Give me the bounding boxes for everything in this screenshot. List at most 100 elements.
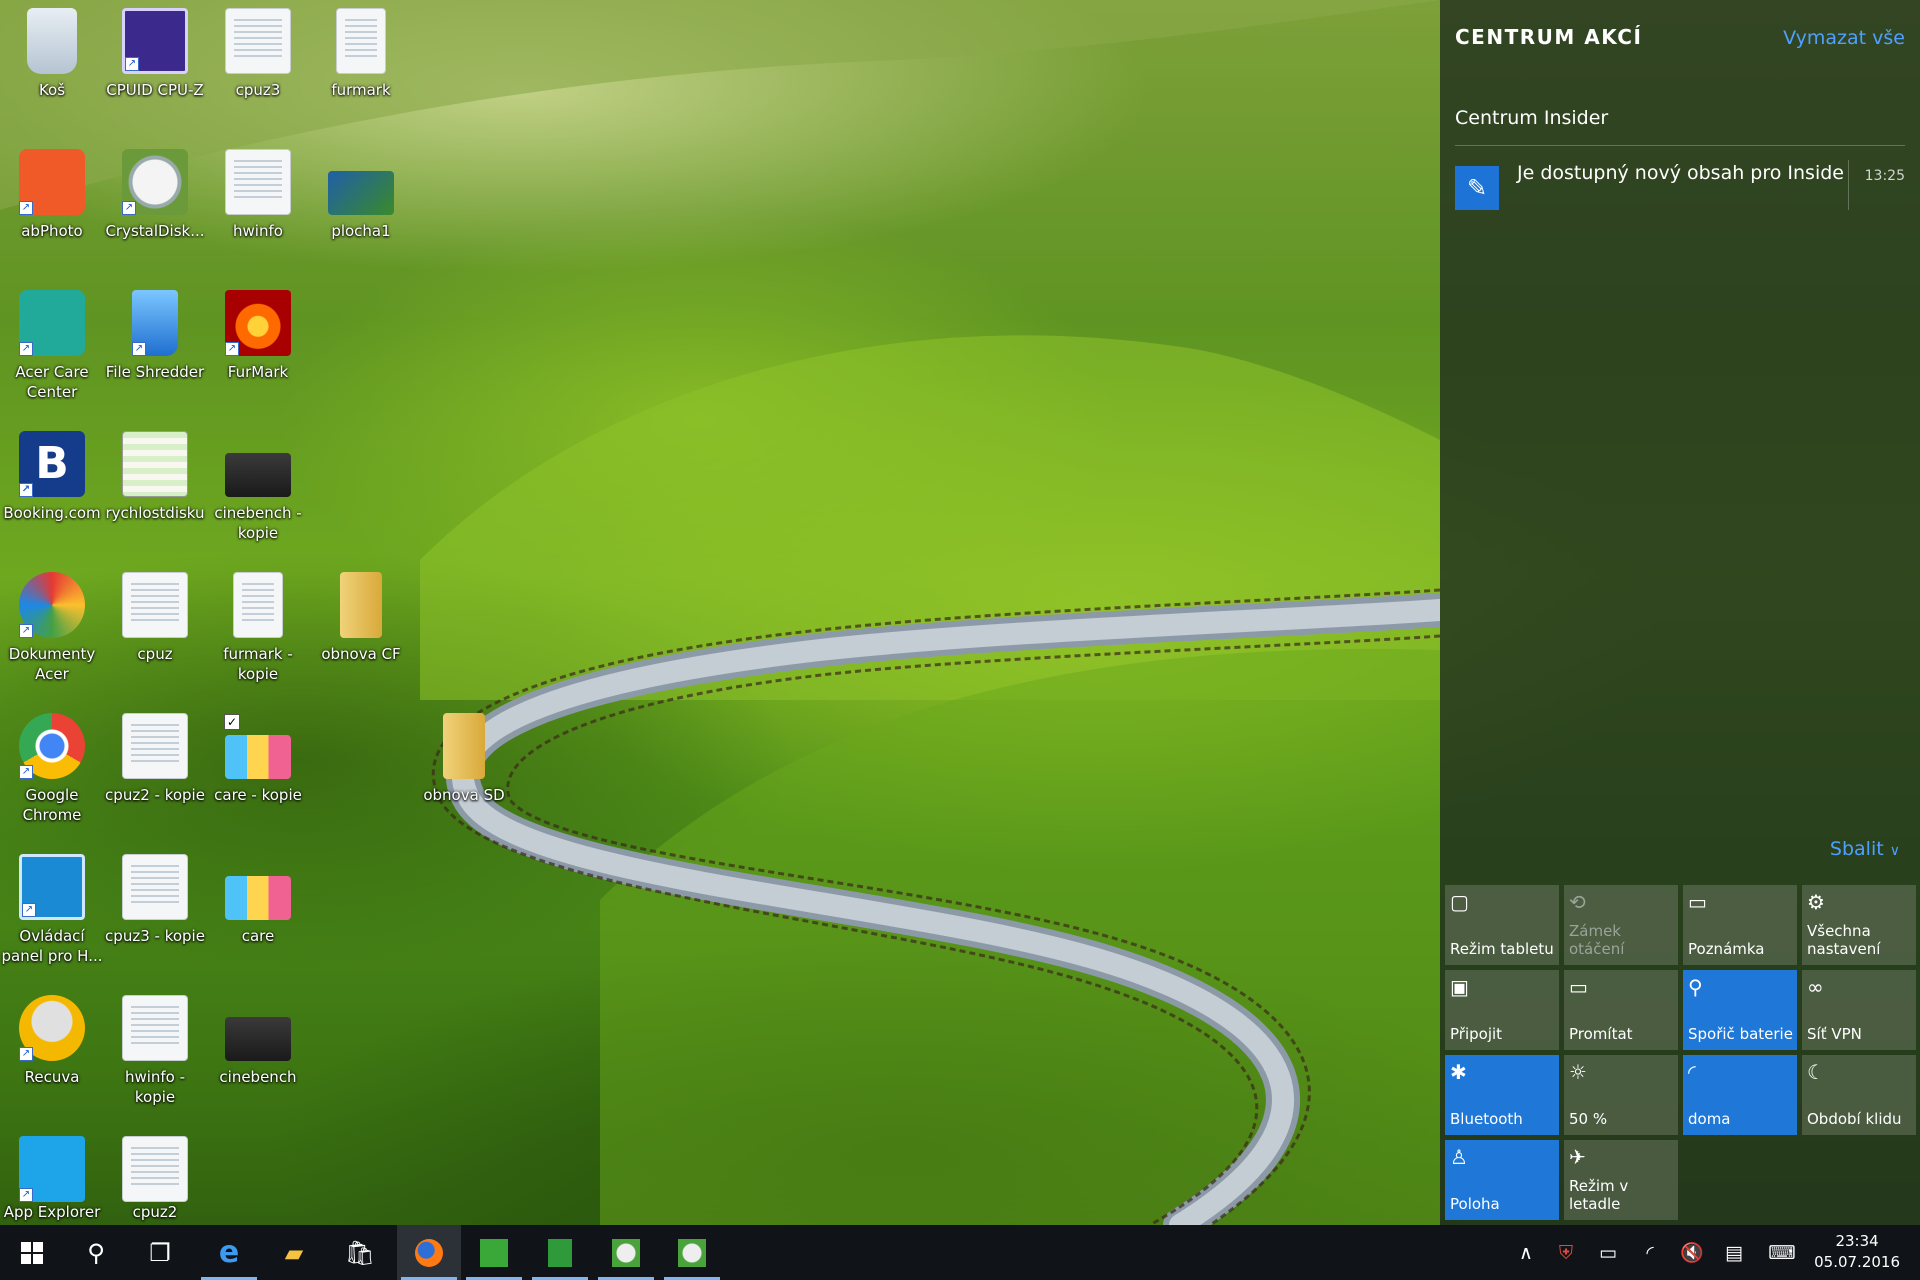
image-file-icon bbox=[225, 1017, 291, 1061]
folder-icon bbox=[443, 713, 485, 779]
taskbar-firefox[interactable] bbox=[397, 1225, 461, 1280]
quick-action-icon: ♙ bbox=[1450, 1145, 1468, 1169]
image-file-icon bbox=[328, 171, 394, 215]
help-document-icon: ↗ bbox=[19, 572, 85, 638]
desktop-icon-abphoto[interactable]: ↗ abPhoto bbox=[0, 149, 104, 241]
desktop-icon-cpuz[interactable]: ↗ CPUID CPU-Z bbox=[103, 8, 207, 100]
quick-action-icon: ▢ bbox=[1450, 890, 1469, 914]
tray-touch-keyboard[interactable]: ⌨ bbox=[1764, 1225, 1800, 1280]
shortcut-arrow-icon: ↗ bbox=[125, 57, 139, 71]
selection-checkbox[interactable]: ✓ bbox=[224, 714, 240, 730]
search-button[interactable]: ⚲ bbox=[64, 1225, 128, 1280]
taskbar-edge[interactable]: e bbox=[197, 1225, 261, 1280]
quick-action-icon: ✈ bbox=[1569, 1145, 1586, 1169]
chevron-down-icon: ∨ bbox=[1889, 843, 1900, 859]
image-file-icon bbox=[225, 876, 291, 920]
notification-item[interactable]: ✎ Je dostupný nový obsah pro Inside 13:2… bbox=[1455, 160, 1905, 210]
quick-action-tile[interactable]: ▭ Promítat bbox=[1564, 970, 1678, 1050]
action-center-panel: CENTRUM AKCÍ Vymazat vše Centrum Insider… bbox=[1440, 0, 1920, 1225]
quick-action-icon: ⚲ bbox=[1688, 975, 1703, 999]
recuva-icon: ↗ bbox=[19, 995, 85, 1061]
divider bbox=[1455, 145, 1905, 146]
quick-action-icon: ⚙ bbox=[1807, 890, 1825, 914]
desktop-icon-cinebench[interactable]: cinebench bbox=[206, 995, 310, 1087]
start-button[interactable] bbox=[0, 1225, 64, 1280]
desktop-icon-dokumenty-acer[interactable]: ↗ Dokumenty Acer bbox=[0, 572, 104, 684]
tray-action-center[interactable]: ▤ bbox=[1716, 1225, 1752, 1280]
taskbar-store[interactable]: 🛍 bbox=[328, 1225, 392, 1280]
show-hidden-icons-button[interactable]: ∧ bbox=[1508, 1225, 1544, 1280]
desktop-icon-cpuz3[interactable]: cpuz3 bbox=[206, 8, 310, 100]
quick-action-tile[interactable]: ✈ Režim v letadle bbox=[1564, 1140, 1678, 1220]
desktop-icon-cpuz3-kopie[interactable]: cpuz3 - kopie bbox=[103, 854, 207, 946]
quick-action-tile[interactable]: ☼ 50 % bbox=[1564, 1055, 1678, 1135]
taskbar-file-explorer[interactable]: ▰ bbox=[262, 1225, 326, 1280]
desktop-icon-recycle-bin[interactable]: Koš bbox=[0, 8, 104, 100]
task-view-button[interactable]: ❐ bbox=[128, 1225, 192, 1280]
shortcut-arrow-icon: ↗ bbox=[122, 201, 136, 215]
tray-battery[interactable]: ▭ bbox=[1590, 1225, 1626, 1280]
taskbar-crystaldisk-2[interactable] bbox=[660, 1225, 724, 1280]
search-icon: ⚲ bbox=[87, 1238, 105, 1267]
collapse-link[interactable]: Sbalit ∨ bbox=[1830, 838, 1900, 860]
quick-action-tile[interactable]: ⚙ Všechna nastavení bbox=[1802, 885, 1916, 965]
quick-action-tile[interactable]: ♙ Poloha bbox=[1445, 1140, 1559, 1220]
desktop-icon-care-kopie[interactable]: care - kopie bbox=[206, 713, 310, 805]
image-file-icon bbox=[225, 735, 291, 779]
desktop-icon-booking[interactable]: B ↗ Booking.com bbox=[0, 431, 104, 523]
booking-icon: B ↗ bbox=[19, 431, 85, 497]
clock-time: 23:34 bbox=[1835, 1232, 1879, 1250]
quick-action-tile[interactable]: ∞ Síť VPN bbox=[1802, 970, 1916, 1050]
quick-action-label: Poloha bbox=[1450, 1195, 1500, 1213]
folder-icon bbox=[340, 572, 382, 638]
quick-action-tile[interactable]: ⟲ Zámek otáčení bbox=[1564, 885, 1678, 965]
desktop-icon-file-shredder[interactable]: ↗ File Shredder bbox=[103, 290, 207, 382]
desktop-icon-intel-control-panel[interactable]: ↗ Ovládací panel pro H... bbox=[0, 854, 104, 966]
desktop-icon-hwinfo-kopie[interactable]: hwinfo - kopie bbox=[103, 995, 207, 1107]
image-file-icon bbox=[122, 713, 188, 779]
image-file-icon bbox=[233, 572, 283, 638]
quick-action-tile[interactable]: ☾ Období klidu bbox=[1802, 1055, 1916, 1135]
desktop-icon-cpuz-file[interactable]: cpuz bbox=[103, 572, 207, 664]
taskbar-acer-app[interactable] bbox=[462, 1225, 526, 1280]
taskbar-notes-app[interactable] bbox=[528, 1225, 592, 1280]
desktop-icon-obnova-cf[interactable]: obnova CF bbox=[309, 572, 413, 664]
desktop-icon-cpuz2[interactable]: cpuz2 bbox=[103, 1136, 207, 1222]
crystaldisk-icon bbox=[612, 1238, 640, 1267]
action-center-title: CENTRUM AKCÍ bbox=[1455, 25, 1643, 49]
shortcut-arrow-icon: ↗ bbox=[19, 483, 33, 497]
image-file-icon bbox=[122, 995, 188, 1061]
desktop-icon-furmark-file[interactable]: furmark bbox=[309, 8, 413, 100]
tray-network[interactable]: ◜ bbox=[1632, 1225, 1668, 1280]
desktop-icon-hwinfo[interactable]: hwinfo bbox=[206, 149, 310, 241]
desktop-icon-rychlostdisku[interactable]: rychlostdisku bbox=[103, 431, 207, 523]
quick-action-label: Připojit bbox=[1450, 1025, 1503, 1043]
tray-security[interactable]: ⛨ bbox=[1548, 1225, 1584, 1280]
desktop-icon-furmark[interactable]: ↗ FurMark bbox=[206, 290, 310, 382]
chrome-icon: ↗ bbox=[19, 713, 85, 779]
desktop-icon-app-explorer[interactable]: ↗ App Explorer bbox=[0, 1136, 104, 1222]
clear-all-link[interactable]: Vymazat vše bbox=[1783, 27, 1905, 49]
desktop-icon-furmark-kopie[interactable]: furmark - kopie bbox=[206, 572, 310, 684]
notes-app-icon bbox=[548, 1238, 572, 1267]
desktop-icon-recuva[interactable]: ↗ Recuva bbox=[0, 995, 104, 1087]
quick-action-tile[interactable]: ▢ Režim tabletu bbox=[1445, 885, 1559, 965]
desktop-icon-google-chrome[interactable]: ↗ Google Chrome bbox=[0, 713, 104, 825]
image-file-icon bbox=[225, 453, 291, 497]
quick-action-label: Promítat bbox=[1569, 1025, 1633, 1043]
desktop-icon-cpuz2-kopie[interactable]: cpuz2 - kopie bbox=[103, 713, 207, 805]
tray-volume[interactable]: 🔇 bbox=[1674, 1225, 1710, 1280]
desktop-icon-care[interactable]: care bbox=[206, 854, 310, 946]
desktop-icon-obnova-sd[interactable]: obnova SD bbox=[412, 713, 516, 805]
quick-action-tile[interactable]: ✱ Bluetooth bbox=[1445, 1055, 1559, 1135]
desktop-icon-crystaldisk[interactable]: ↗ CrystalDisk... bbox=[103, 149, 207, 241]
taskbar-clock[interactable]: 23:34 05.07.2016 bbox=[1814, 1231, 1900, 1273]
quick-action-tile[interactable]: ⚲ Spořič baterie bbox=[1683, 970, 1797, 1050]
taskbar-crystaldisk-1[interactable] bbox=[594, 1225, 658, 1280]
quick-action-tile[interactable]: ▣ Připojit bbox=[1445, 970, 1559, 1050]
quick-action-tile[interactable]: ◜ doma bbox=[1683, 1055, 1797, 1135]
desktop-icon-plocha1[interactable]: plocha1 bbox=[309, 149, 413, 241]
desktop-icon-cinebench-kopie[interactable]: cinebench - kopie bbox=[206, 431, 310, 543]
quick-action-tile[interactable]: ▭ Poznámka bbox=[1683, 885, 1797, 965]
desktop-icon-acer-care-center[interactable]: ↗ Acer Care Center bbox=[0, 290, 104, 402]
